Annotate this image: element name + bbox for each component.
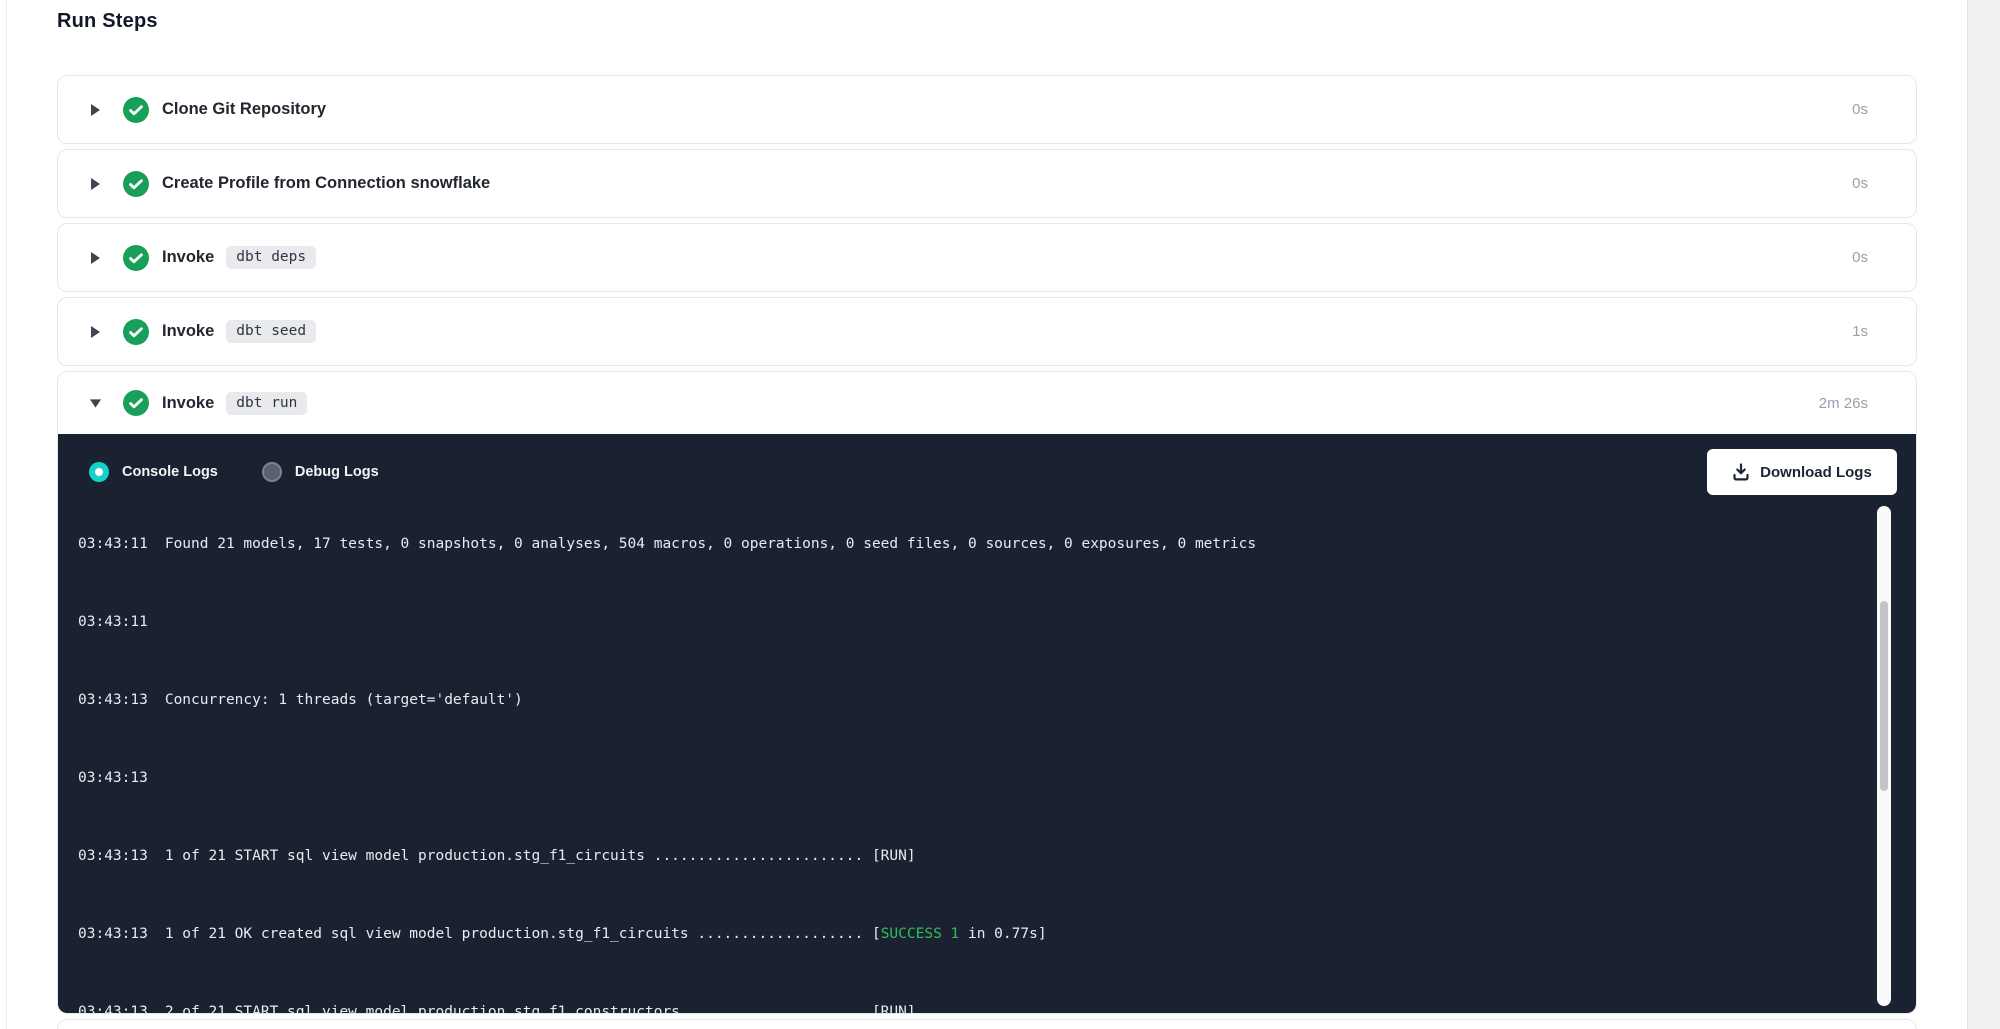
step-row-create-profile[interactable]: Create Profile from Connection snowflake… (57, 149, 1917, 218)
radio-console-logs[interactable]: Console Logs (89, 462, 218, 482)
console-scrollbar-track[interactable] (1877, 506, 1891, 1006)
log-line: 03:43:11 Found 21 models, 17 tests, 0 sna… (78, 535, 1856, 555)
log-line: 03:43:13 Concurrency: 1 threads (target='… (78, 691, 1856, 711)
radio-label: Debug Logs (295, 464, 379, 480)
log-message-tail: in 0.77s] (959, 926, 1046, 942)
log-success-text: SUCCESS 1 (881, 926, 960, 942)
step-row-invoke-dbt-run: Invoke dbt run 2m 26s Console Logs Debug… (57, 371, 1917, 1014)
log-message: 2 of 21 START sql view model production.… (165, 1004, 916, 1013)
command-badge: dbt seed (226, 320, 316, 343)
radio-selected-icon[interactable] (89, 462, 109, 482)
step-row-invoke-dbt-seed[interactable]: Invoke dbt seed 1s (57, 297, 1917, 366)
log-line: 03:43:13 1 of 21 OK created sql view mode… (78, 925, 1856, 945)
log-line: 03:43:13 2 of 21 START sql view model pro… (78, 1003, 1856, 1013)
step-title: Clone Git Repository (162, 100, 326, 119)
step-duration: 1s (1852, 323, 1868, 340)
step-duration: 0s (1852, 101, 1868, 118)
log-line: 03:43:13 (78, 769, 1856, 789)
console-log-viewport[interactable]: 03:43:11 Found 21 models, 17 tests, 0 sna… (78, 504, 1856, 1013)
log-timestamp: 03:43:13 (78, 770, 148, 786)
radio-unselected-icon[interactable] (262, 462, 282, 482)
console-scrollbar-thumb[interactable] (1880, 601, 1888, 791)
check-circle-icon (123, 97, 149, 123)
log-timestamp: 03:43:13 (78, 848, 148, 864)
log-line: 03:43:13 1 of 21 START sql view model pro… (78, 847, 1856, 867)
step-title: Invoke (162, 248, 214, 267)
step-title: Create Profile from Connection snowflake (162, 174, 490, 193)
check-circle-icon (123, 171, 149, 197)
download-logs-button[interactable]: Download Logs (1707, 449, 1897, 495)
chevron-down-icon[interactable] (89, 398, 102, 409)
check-circle-icon (123, 390, 149, 416)
step-duration: 0s (1852, 249, 1868, 266)
log-message: 1 of 21 OK created sql view model produc… (165, 926, 881, 942)
log-type-radio-group: Console Logs Debug Logs (89, 462, 379, 482)
download-logs-label: Download Logs (1760, 464, 1872, 481)
chevron-right-icon[interactable] (89, 177, 102, 191)
step-title: Invoke (162, 322, 214, 341)
step-title: Invoke (162, 394, 214, 413)
right-gutter (1967, 0, 2000, 1029)
step-row-next-cutoff[interactable] (57, 1019, 1917, 1029)
console-log-lines: 03:43:11 Found 21 models, 17 tests, 0 sna… (78, 504, 1856, 1013)
run-steps-page: Run Steps Clone Git Repository 0s Create… (0, 0, 2000, 1029)
command-badge: dbt deps (226, 246, 316, 269)
chevron-right-icon[interactable] (89, 251, 102, 265)
radio-debug-logs[interactable]: Debug Logs (262, 462, 379, 482)
download-icon (1732, 463, 1750, 481)
radio-label: Console Logs (122, 464, 218, 480)
chevron-right-icon[interactable] (89, 325, 102, 339)
log-message: Found 21 models, 17 tests, 0 snapshots, … (165, 536, 1256, 552)
step-duration: 0s (1852, 175, 1868, 192)
log-message: Concurrency: 1 threads (target='default'… (165, 692, 523, 708)
step-header[interactable]: Invoke dbt run 2m 26s (58, 372, 1916, 434)
log-timestamp: 03:43:13 (78, 692, 148, 708)
log-timestamp: 03:43:11 (78, 536, 148, 552)
command-badge: dbt run (226, 392, 307, 415)
check-circle-icon (123, 245, 149, 271)
log-timestamp: 03:43:11 (78, 614, 148, 630)
step-row-clone-git-repository[interactable]: Clone Git Repository 0s (57, 75, 1917, 144)
log-message: 1 of 21 START sql view model production.… (165, 848, 916, 864)
chevron-right-icon[interactable] (89, 103, 102, 117)
step-duration: 2m 26s (1819, 395, 1868, 412)
run-steps-list: Clone Git Repository 0s Create Profile f… (57, 75, 1917, 1029)
log-timestamp: 03:43:13 (78, 1004, 148, 1013)
step-row-invoke-dbt-deps[interactable]: Invoke dbt deps 0s (57, 223, 1917, 292)
console-panel: Console Logs Debug Logs (58, 434, 1916, 1013)
log-line: 03:43:11 (78, 613, 1856, 633)
check-circle-icon (123, 319, 149, 345)
log-timestamp: 03:43:13 (78, 926, 148, 942)
page-title: Run Steps (57, 10, 158, 33)
left-divider (6, 0, 7, 1029)
console-header: Console Logs Debug Logs (58, 434, 1916, 504)
